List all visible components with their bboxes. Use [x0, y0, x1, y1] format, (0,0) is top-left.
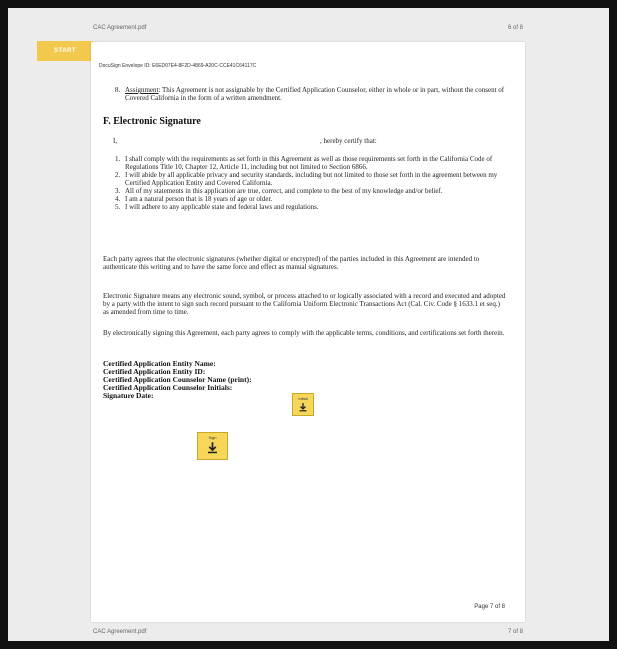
list-item-number: 1. — [115, 155, 121, 163]
viewer-frame: CAC Agreement.pdf 6 of 8 START DocuSign … — [0, 0, 617, 649]
header-page-count: 6 of 8 — [507, 25, 523, 31]
envelope-id: DocuSign Envelope ID: E6ED07E4-8F2D-4869… — [99, 63, 257, 69]
agreement-paragraph: By electronically signing this Agreement… — [103, 329, 505, 337]
assignment-text: : This Agreement is not assignable by th… — [125, 86, 505, 102]
download-arrow-icon — [299, 403, 307, 412]
list-item: 4. I am a natural person that is 18 year… — [115, 195, 505, 203]
sign-tag[interactable]: Sign — [197, 432, 228, 460]
sign-tag-label: Sign — [208, 435, 217, 440]
list-item-text: I shall comply with the requirements as … — [125, 155, 493, 171]
list-item: 3. All of my statements in this applicat… — [115, 187, 505, 195]
list-item-number: 4. — [115, 195, 121, 203]
certify-prefix: I, — [113, 137, 118, 145]
footer-page-count: 7 of 8 — [507, 629, 523, 635]
footer-filename: CAC Agreement.pdf — [93, 629, 147, 635]
download-arrow-icon — [207, 442, 218, 454]
assignment-title: Assignment — [125, 86, 159, 94]
list-item-text: I will abide by all applicable privacy a… — [125, 171, 498, 187]
list-item: 1. I shall comply with the requirements … — [115, 155, 505, 171]
list-item-number: 2. — [115, 171, 121, 179]
initial-tag[interactable]: Initial — [292, 393, 314, 416]
start-button[interactable]: START — [37, 41, 93, 61]
initial-tag-label: Initial — [298, 396, 308, 401]
definition-paragraph: Electronic Signature means any electroni… — [103, 292, 506, 316]
signatures-paragraph: Each party agrees that the electronic si… — [103, 255, 480, 271]
certify-suffix: , hereby certify that: — [320, 137, 377, 145]
signature-date-label: Signature Date: — [103, 391, 154, 400]
list-item-number: 5. — [115, 203, 121, 211]
list-item-text: I am a natural person that is 18 years o… — [125, 195, 273, 203]
document-page: DocuSign Envelope ID: E6ED07E4-8F2D-4869… — [91, 42, 525, 622]
list-item-text: All of my statements in this application… — [125, 187, 443, 195]
list-item: 2. I will abide by all applicable privac… — [115, 171, 505, 187]
list-item-text: I will adhere to any applicable state an… — [125, 203, 319, 211]
list-item-number: 3. — [115, 187, 121, 195]
header-filename: CAC Agreement.pdf — [93, 25, 147, 31]
list-item: 5. I will adhere to any applicable state… — [115, 203, 505, 211]
section-title: F. Electronic Signature — [103, 116, 201, 127]
page-number: Page 7 of 8 — [474, 604, 505, 610]
certification-list: 1. I shall comply with the requirements … — [115, 155, 505, 211]
assignment-number: 8. — [115, 86, 121, 94]
signature-labels: Certified Application Entity Name: Certi… — [103, 360, 353, 400]
